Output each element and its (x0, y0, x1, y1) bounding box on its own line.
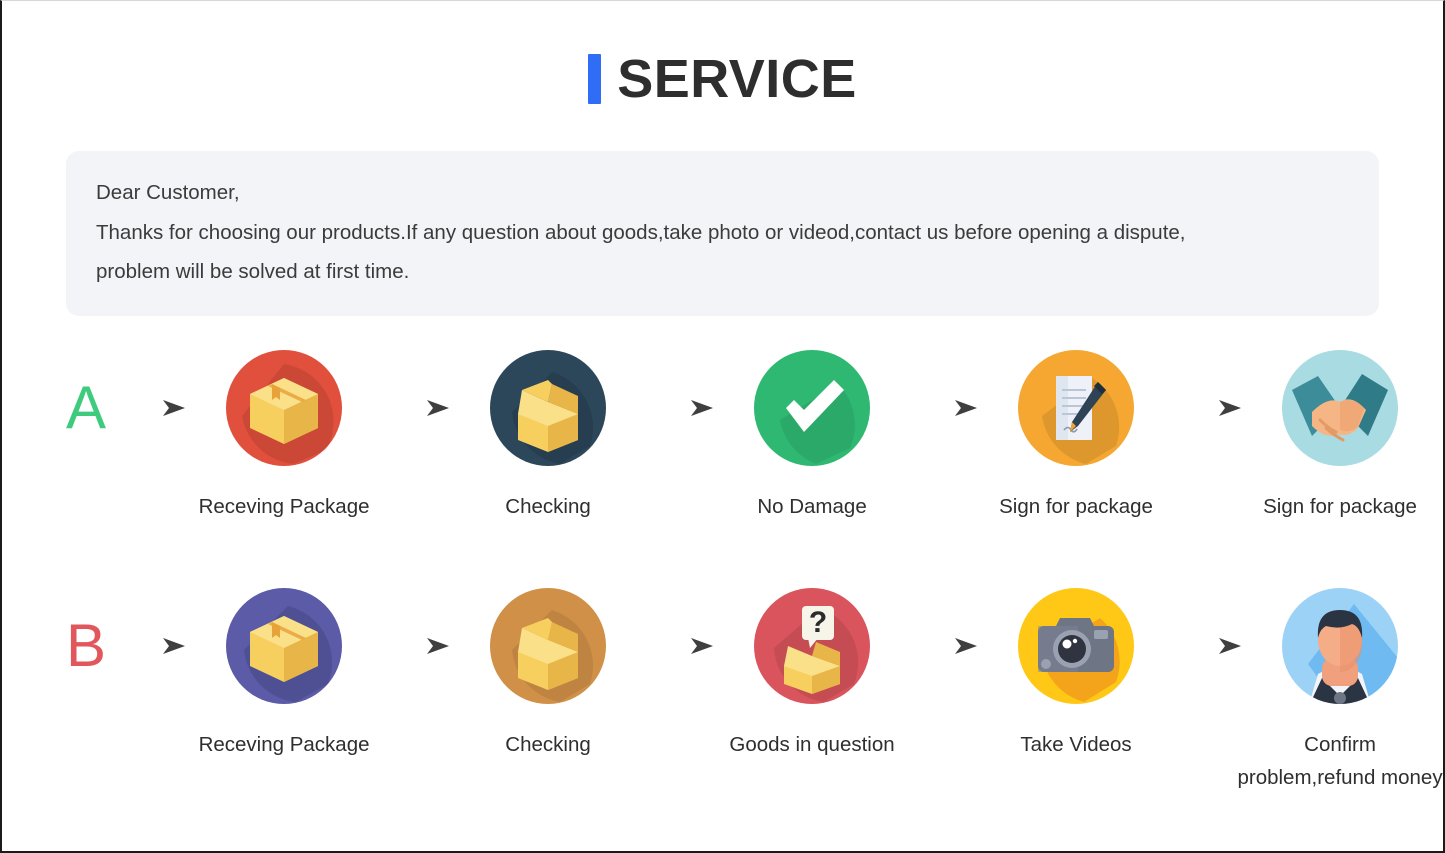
right-arrow-icon (370, 584, 462, 708)
step-b-5[interactable]: Confirm problem,refund money (1237, 584, 1443, 796)
notice-line-1: Dear Customer, (96, 181, 240, 204)
svg-text:?: ? (809, 606, 827, 639)
open-box-icon (486, 584, 610, 708)
flow-row-a: A Receving Package Checking No Damage Si… (2, 346, 1443, 524)
step-a-5-label: Sign for package (1263, 494, 1417, 518)
step-b-3[interactable]: ? Goods in question (726, 584, 898, 762)
notice-line-2: Thanks for choosing our products.If any … (96, 220, 1186, 244)
right-arrow-icon (634, 346, 726, 470)
flow-letter-a-text: A (66, 373, 107, 441)
customer-support-icon (1278, 584, 1402, 708)
step-a-1[interactable]: Receving Package (198, 346, 370, 524)
step-b-3-label: Goods in question (729, 732, 895, 756)
step-a-4[interactable]: Sign for package (990, 346, 1162, 524)
step-a-3[interactable]: No Damage (726, 346, 898, 524)
checkmark-icon (750, 346, 874, 470)
step-b-1[interactable]: Receving Package (198, 584, 370, 762)
handshake-icon (1278, 346, 1402, 470)
step-a-2[interactable]: Checking (462, 346, 634, 524)
flow-letter-b-text: B (66, 611, 107, 679)
right-arrow-icon (370, 346, 462, 470)
right-arrow-icon (1162, 346, 1254, 470)
open-box-icon (486, 346, 610, 470)
right-arrow-icon (898, 346, 990, 470)
step-a-4-label: Sign for package (999, 494, 1153, 518)
right-arrow-icon (106, 346, 198, 470)
step-b-1-label: Receving Package (198, 732, 370, 756)
flow-row-b: B Receving Package Checking ? Goods in q… (2, 584, 1443, 796)
title-accent-bar (588, 54, 602, 104)
step-b-2[interactable]: Checking (462, 584, 634, 762)
step-a-3-label: No Damage (757, 494, 867, 518)
right-arrow-icon (898, 584, 990, 708)
step-b-2-label: Checking (505, 732, 591, 756)
step-a-5[interactable]: Sign for package (1254, 346, 1426, 524)
step-a-2-label: Checking (505, 494, 591, 518)
page-title-text: SERVICE (617, 49, 857, 109)
step-b-4-label: Take Videos (1020, 732, 1132, 756)
customer-notice-box: Dear Customer, Thanks for choosing our p… (66, 151, 1379, 316)
question-box-icon: ? (750, 584, 874, 708)
page-title: SERVICE (2, 43, 1443, 115)
signature-document-icon (1014, 346, 1138, 470)
flow-letter-b: B (66, 584, 106, 708)
camera-icon (1014, 584, 1138, 708)
service-page: SERVICE Dear Customer, Thanks for choosi… (0, 0, 1445, 853)
step-b-4[interactable]: Take Videos (990, 584, 1162, 762)
notice-line-3: problem will be solved at first time. (96, 260, 410, 284)
package-box-icon (222, 584, 346, 708)
right-arrow-icon (634, 584, 726, 708)
flow-letter-a: A (66, 346, 106, 470)
package-box-icon (222, 346, 346, 470)
right-arrow-icon (1162, 584, 1254, 708)
step-b-5-label: Confirm problem,refund money (1237, 732, 1443, 790)
right-arrow-icon (106, 584, 198, 708)
step-a-1-label: Receving Package (198, 494, 370, 518)
